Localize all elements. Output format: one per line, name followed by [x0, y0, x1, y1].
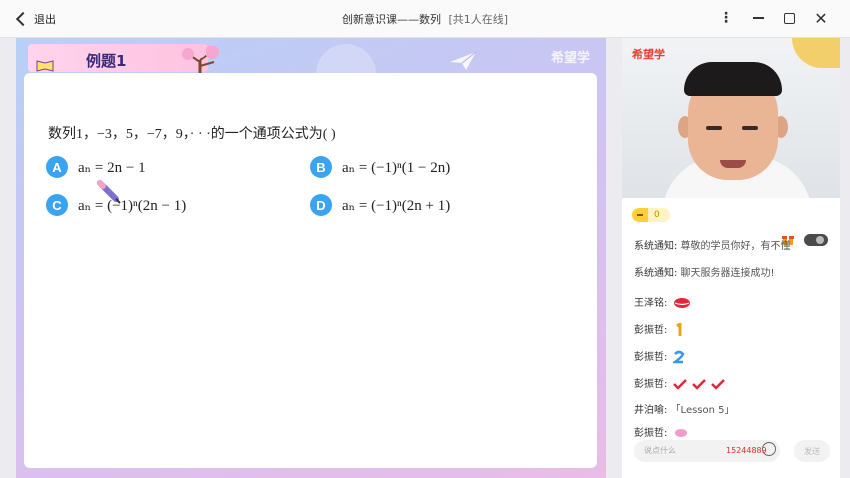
coin-icon	[632, 208, 648, 222]
video-brand-logo: 希望学	[632, 48, 665, 61]
back-button[interactable]: 退出	[14, 10, 56, 28]
chat-filter-toggle[interactable]	[804, 234, 828, 246]
option-a-badge: A	[46, 156, 68, 178]
example-banner: 例题1	[28, 44, 219, 80]
chat-panel: 0 系统通知: 尊敬的学员你好，有不懂 系统通知: 聊天服务器连接成功! 王泽铭…	[622, 198, 840, 478]
coin-counter: 0	[632, 208, 670, 222]
more-vertical-icon: ⋮	[719, 10, 733, 26]
option-d-badge: D	[310, 194, 332, 216]
close-button[interactable]: ✕	[811, 8, 831, 28]
slide-stage: 例题1 希望学 数列1，−3，5，−7，9，· · ·的一个通项公式为( ) A…	[16, 38, 606, 478]
emoji-picker-icon[interactable]	[762, 442, 776, 456]
chat-input-text: 15244889	[726, 446, 767, 455]
watermark-logo: 希望学	[550, 51, 590, 66]
option-d[interactable]: D aₙ = (−1)ⁿ(2n + 1)	[310, 194, 450, 216]
option-b[interactable]: B aₙ = (−1)ⁿ(1 − 2n)	[310, 156, 450, 178]
option-c-badge: C	[46, 194, 68, 216]
chat-message: 系统通知: 尊敬的学员你好，有不懂	[634, 241, 791, 252]
maximize-icon	[783, 12, 795, 24]
number-one-sticker-icon	[675, 323, 682, 336]
lips-sticker-icon	[673, 298, 690, 308]
question-card: 数列1，−3，5，−7，9，· · ·的一个通项公式为( ) A aₙ = 2n…	[24, 73, 597, 468]
chat-message: 彭振哲:	[634, 424, 689, 439]
book-icon	[36, 60, 54, 72]
chevron-left-icon	[15, 11, 31, 27]
option-b-formula: aₙ = (−1)ⁿ(1 − 2n)	[342, 159, 451, 176]
coin-count: 0	[648, 208, 670, 222]
paper-plane-icon	[450, 51, 477, 70]
teacher-video: 希望学	[622, 38, 840, 198]
more-menu-button[interactable]: ⋮	[716, 8, 736, 28]
online-count: [共1人在线]	[448, 13, 509, 26]
back-label: 退出	[34, 13, 56, 26]
pen-cursor-icon	[97, 180, 121, 204]
example-tag: 例题1	[86, 52, 127, 70]
check-sticker-icon	[672, 379, 725, 390]
option-b-badge: B	[310, 156, 332, 178]
option-a[interactable]: A aₙ = 2n − 1	[46, 156, 146, 178]
send-button[interactable]: 发送	[794, 440, 830, 462]
question-text: 数列1，−3，5，−7，9，· · ·的一个通项公式为( )	[48, 127, 336, 142]
chat-message: 系统通知: 聊天服务器连接成功!	[634, 268, 775, 279]
candy-sticker-icon	[674, 429, 687, 437]
number-two-sticker-icon	[672, 350, 684, 364]
course-title: 创新意识课——数列	[341, 13, 441, 26]
chat-message: 彭振哲:	[634, 321, 685, 337]
option-a-formula: aₙ = 2n − 1	[78, 159, 146, 176]
option-c-formula: aₙ = (−1)ⁿ(2n − 1)	[78, 197, 187, 214]
option-d-formula: aₙ = (−1)ⁿ(2n + 1)	[342, 197, 451, 214]
minimize-button[interactable]	[748, 8, 768, 28]
chat-message: 王泽铭:	[634, 294, 691, 309]
chat-message: 彭振哲:	[634, 375, 727, 390]
chat-message: 井泊喻: 「Lesson 5」	[634, 405, 735, 416]
chat-message: 彭振哲:	[634, 348, 685, 364]
close-icon: ✕	[814, 8, 828, 28]
title-bar: 退出 创新意识课——数列 [共1人在线] ⋮ ✕	[0, 0, 850, 38]
minimize-icon	[752, 17, 764, 19]
chat-input[interactable]: 说点什么 15244889	[634, 440, 780, 462]
maximize-button[interactable]	[779, 8, 799, 28]
